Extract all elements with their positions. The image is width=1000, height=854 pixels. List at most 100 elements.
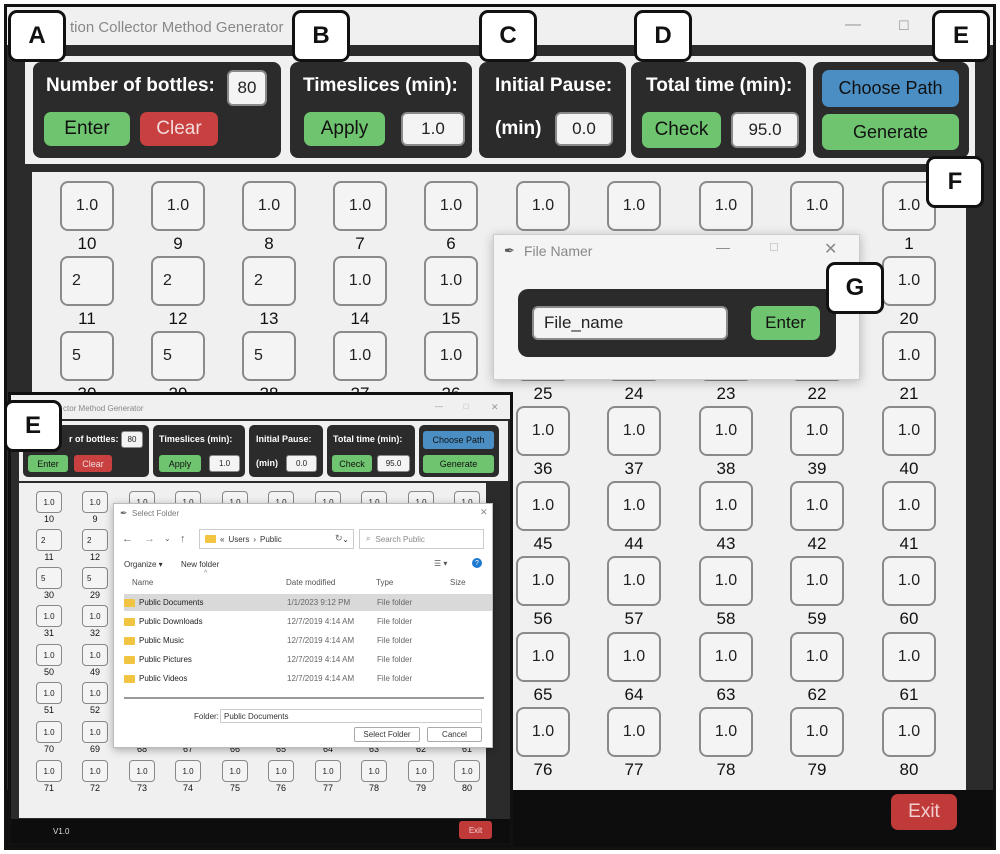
help-icon[interactable]: ? [472,558,482,568]
breadcrumb-users[interactable]: Users [228,535,249,544]
address-bar[interactable]: « Users › Public ⌄ [199,529,354,549]
bottle-time-input[interactable]: 2 [151,256,205,306]
bottle-time-input[interactable]: 1.0 [516,406,570,456]
bottle-time-input[interactable]: 1.0 [607,406,661,456]
inset-choose-path-button[interactable]: Choose Path [423,431,494,449]
inset-maximize-button[interactable]: ☐ [463,403,469,411]
inset-bottle-time-input[interactable]: 5 [36,567,62,589]
bottle-time-input[interactable]: 1.0 [516,707,570,757]
bottle-time-input[interactable]: 1.0 [790,181,844,231]
bottle-time-input[interactable]: 1.0 [699,632,753,682]
inset-generate-button[interactable]: Generate [423,455,494,473]
inset-clear-button[interactable]: Clear [74,455,112,472]
bottle-time-input[interactable]: 5 [242,331,296,381]
inset-bottle-time-input[interactable]: 1.0 [36,644,62,666]
inset-total-input[interactable]: 95.0 [377,455,410,472]
forward-arrow-icon[interactable]: → [144,533,155,545]
folder-list-item[interactable]: Public Documents 1/1/2023 9:12 PM File fol… [124,594,492,611]
bottle-time-input[interactable]: 1.0 [607,481,661,531]
folder-list-item[interactable]: Public Downloads 12/7/2019 4:14 AM File fo… [124,613,492,630]
file-name-enter-button[interactable]: Enter [751,306,820,340]
folder-list-item[interactable]: Public Music 12/7/2019 4:14 AM File folder [124,632,492,649]
exit-button[interactable]: Exit [891,794,957,830]
bottle-time-input[interactable]: 1.0 [607,556,661,606]
bottle-time-input[interactable]: 1.0 [699,406,753,456]
bottle-time-input[interactable]: 1.0 [882,481,936,531]
inset-bottle-time-input[interactable]: 2 [36,529,62,551]
inset-bottle-time-input[interactable]: 1.0 [82,644,108,666]
dialog-minimize-button[interactable]: — [716,239,730,255]
bottle-time-input[interactable]: 5 [151,331,205,381]
inset-enter-button[interactable]: Enter [28,455,68,472]
bottle-time-input[interactable]: 1.0 [424,256,478,306]
bottle-time-input[interactable]: 1.0 [699,481,753,531]
inset-bottle-time-input[interactable]: 1.0 [36,682,62,704]
inset-bottle-time-input[interactable]: 1.0 [36,760,62,782]
bottle-time-input[interactable]: 1.0 [699,181,753,231]
bottle-time-input[interactable]: 1.0 [607,181,661,231]
inset-bottle-time-input[interactable]: 1.0 [82,682,108,704]
inset-bottle-time-input[interactable]: 1.0 [82,721,108,743]
choose-path-button[interactable]: Choose Path [822,70,959,107]
inset-bottle-time-input[interactable]: 1.0 [36,605,62,627]
new-folder-button[interactable]: New folder [181,560,219,569]
bottle-time-input[interactable]: 1.0 [516,556,570,606]
bottle-time-input[interactable]: 1.0 [607,632,661,682]
bottle-time-input[interactable]: 1.0 [607,707,661,757]
inset-exit-button[interactable]: Exit [459,821,492,839]
bottle-time-input[interactable]: 1.0 [699,556,753,606]
minimize-button[interactable]: — [845,16,861,34]
breadcrumb-public[interactable]: Public [260,535,282,544]
bottle-time-input[interactable]: 1.0 [790,481,844,531]
inset-bottle-time-input[interactable]: 2 [82,529,108,551]
bottle-time-input[interactable]: 1.0 [882,406,936,456]
inset-bottle-time-input[interactable]: 1.0 [361,760,387,782]
col-header-size[interactable]: Size [450,578,466,587]
search-input[interactable]: ⌕ Search Public [359,529,484,549]
address-dropdown-icon[interactable]: ⌄ [342,535,349,544]
inset-bottle-time-input[interactable]: 5 [82,567,108,589]
timeslices-input[interactable]: 1.0 [401,112,465,146]
inset-bottle-time-input[interactable]: 1.0 [175,760,201,782]
bottle-time-input[interactable]: 1.0 [516,181,570,231]
folder-list-item[interactable]: Public Videos 12/7/2019 4:14 AM File folde… [124,670,492,687]
bottle-time-input[interactable]: 1.0 [699,707,753,757]
inset-bottle-time-input[interactable]: 1.0 [36,721,62,743]
apply-button[interactable]: Apply [304,112,385,146]
inset-close-button[interactable]: ✕ [491,402,499,413]
inset-check-button[interactable]: Check [332,455,372,472]
bottle-time-input[interactable]: 1.0 [882,632,936,682]
bottle-time-input[interactable]: 2 [60,256,114,306]
up-arrow-icon[interactable]: ↑ [180,533,186,545]
bottle-time-input[interactable]: 1.0 [882,331,936,381]
folder-field-input[interactable]: Public Documents [220,709,482,723]
inset-bottle-time-input[interactable]: 1.0 [82,491,108,513]
bottle-time-input[interactable]: 1.0 [333,181,387,231]
bottle-time-input[interactable]: 2 [242,256,296,306]
bottle-time-input[interactable]: 1.0 [790,406,844,456]
folder-list-item[interactable]: Public Pictures 12/7/2019 4:14 AM File fol… [124,651,492,668]
bottle-time-input[interactable]: 1.0 [882,556,936,606]
total-time-input[interactable]: 95.0 [731,112,799,148]
organize-menu[interactable]: Organize ▾ [124,560,163,569]
bottle-time-input[interactable]: 1.0 [882,256,936,306]
bottle-time-input[interactable]: 1.0 [790,632,844,682]
check-button[interactable]: Check [642,112,721,148]
bottle-time-input[interactable]: 1.0 [882,707,936,757]
select-folder-close-button[interactable]: ✕ [480,507,488,518]
bottle-time-input[interactable]: 1.0 [151,181,205,231]
bottle-time-input[interactable]: 1.0 [242,181,296,231]
bottle-time-input[interactable]: 1.0 [333,256,387,306]
inset-bottle-time-input[interactable]: 1.0 [222,760,248,782]
bottle-time-input[interactable]: 1.0 [516,632,570,682]
refresh-icon[interactable]: ↻ [335,533,343,544]
pause-input[interactable]: 0.0 [555,112,613,146]
horizontal-scrollbar[interactable] [124,697,484,699]
chevron-down-icon[interactable]: ⌄ [164,534,171,543]
cancel-button[interactable]: Cancel [427,727,482,742]
bottle-time-input[interactable]: 1.0 [790,707,844,757]
inset-bottle-time-input[interactable]: 1.0 [129,760,155,782]
bottle-time-input[interactable]: 5 [60,331,114,381]
inset-bottle-time-input[interactable]: 1.0 [82,760,108,782]
maximize-button[interactable]: ☐ [898,18,910,34]
